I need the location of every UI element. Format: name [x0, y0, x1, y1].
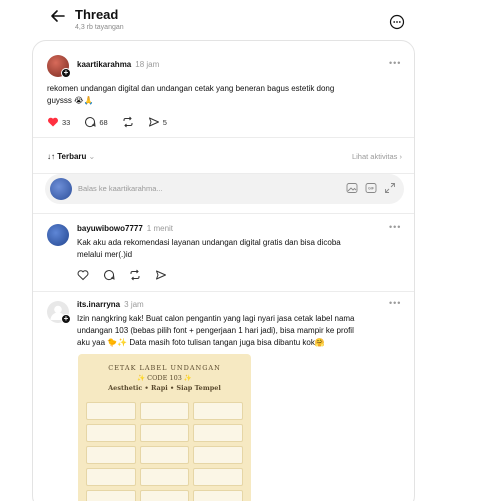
post-time: 18 jam — [135, 60, 160, 69]
heart-icon — [77, 270, 89, 281]
post-actions: 33 68 5 — [47, 116, 167, 128]
label-sample — [139, 468, 190, 486]
view-count: 4,3 rb tayangan — [75, 24, 124, 31]
share-icon — [148, 117, 159, 127]
arrow-left-icon[interactable] — [48, 6, 68, 26]
label-sample — [86, 468, 136, 486]
label-sample — [139, 490, 190, 501]
image-tagline: Aesthetic • Rapi • Siap Tempel — [108, 384, 221, 392]
gif-icon[interactable]: GIF — [365, 182, 377, 194]
image-icon[interactable] — [346, 182, 358, 194]
label-sample — [193, 424, 243, 442]
comment-icon — [104, 270, 115, 281]
image-code: ✨ CODE 103 ✨ — [136, 374, 193, 382]
post-text: rekomen undangan digital dan undangan ce… — [47, 84, 335, 105]
post-author[interactable]: kaartikarahma 18 jam — [77, 60, 159, 69]
reply-author[interactable]: its.inarryna 3 jam — [77, 300, 144, 309]
page-title: Thread — [75, 7, 119, 22]
divider — [33, 213, 414, 214]
label-sample — [193, 490, 243, 501]
follow-badge[interactable]: + — [61, 68, 71, 78]
reply-more-button[interactable]: ••• — [389, 298, 401, 308]
divider — [33, 291, 414, 292]
username[interactable]: bayuwibowo7777 — [77, 224, 143, 233]
label-sample — [139, 402, 190, 420]
expand-icon[interactable] — [384, 182, 396, 194]
image-title: CETAK LABEL UNDANGAN — [108, 364, 221, 372]
comment-button[interactable] — [103, 269, 115, 281]
repost-button[interactable] — [122, 116, 134, 128]
thread-card: + kaartikarahma 18 jam ••• rekomen undang… — [32, 40, 415, 501]
follow-badge[interactable]: + — [61, 314, 71, 324]
view-activity-link[interactable]: Lihat aktivitas › — [352, 152, 402, 161]
label-sample — [86, 402, 136, 420]
heart-icon — [48, 117, 58, 127]
like-count: 33 — [62, 117, 71, 127]
repost-icon — [130, 269, 140, 281]
repost-button[interactable] — [129, 269, 141, 281]
reply-placeholder[interactable]: Balas ke kaartikarahma... — [78, 184, 163, 193]
comment-button[interactable]: 68 — [84, 116, 108, 128]
sort-dropdown[interactable]: ↓↑ Terbaru ⌄ — [47, 152, 95, 161]
sort-bar: ↓↑ Terbaru ⌄ Lihat aktivitas › — [33, 138, 414, 174]
original-post: + kaartikarahma 18 jam ••• rekomen undang… — [33, 41, 414, 138]
reply-text: Kak aku ada rekomendasi layanan undangan… — [77, 238, 341, 259]
more-circle-icon[interactable] — [388, 13, 406, 31]
reply-more-button[interactable]: ••• — [389, 222, 401, 232]
avatar[interactable] — [47, 224, 69, 246]
reply-tools: GIF — [346, 182, 396, 194]
label-sample — [139, 446, 190, 464]
label-grid — [86, 402, 243, 501]
username[interactable]: kaartikarahma — [77, 60, 131, 69]
chevron-down-icon: ⌄ — [88, 152, 96, 161]
share-button[interactable] — [155, 269, 167, 281]
label-sample — [86, 446, 136, 464]
reply-time: 1 menit — [146, 224, 174, 233]
reply-time: 3 jam — [124, 300, 144, 309]
reply-actions — [77, 269, 167, 281]
label-sample — [193, 468, 243, 486]
label-sample — [86, 490, 136, 501]
top-bar: Thread 4,3 rb tayangan — [0, 0, 500, 38]
label-sample — [193, 402, 243, 420]
share-icon — [156, 270, 166, 280]
label-sample — [139, 424, 190, 442]
post-more-button[interactable]: ••• — [389, 58, 401, 68]
current-user-avatar — [50, 178, 72, 200]
like-button[interactable]: 33 — [47, 116, 70, 128]
comment-icon — [85, 117, 96, 128]
comment-count: 68 — [99, 117, 108, 127]
label-sample — [86, 424, 136, 442]
attached-image[interactable]: CETAK LABEL UNDANGAN ✨ CODE 103 ✨ Aesthe… — [78, 354, 251, 501]
like-button[interactable] — [77, 269, 89, 281]
reply-input[interactable]: Balas ke kaartikarahma... GIF — [45, 174, 404, 204]
share-count: 5 — [162, 117, 167, 127]
repost-icon — [123, 116, 133, 128]
username[interactable]: its.inarryna — [77, 300, 120, 309]
reply-author[interactable]: bayuwibowo7777 1 menit — [77, 224, 173, 233]
label-sample — [193, 446, 243, 464]
svg-text:GIF: GIF — [368, 187, 375, 191]
share-button[interactable]: 5 — [148, 116, 167, 128]
reply-text: Izin nangkring kak! Buat calon pengantin… — [77, 314, 355, 347]
